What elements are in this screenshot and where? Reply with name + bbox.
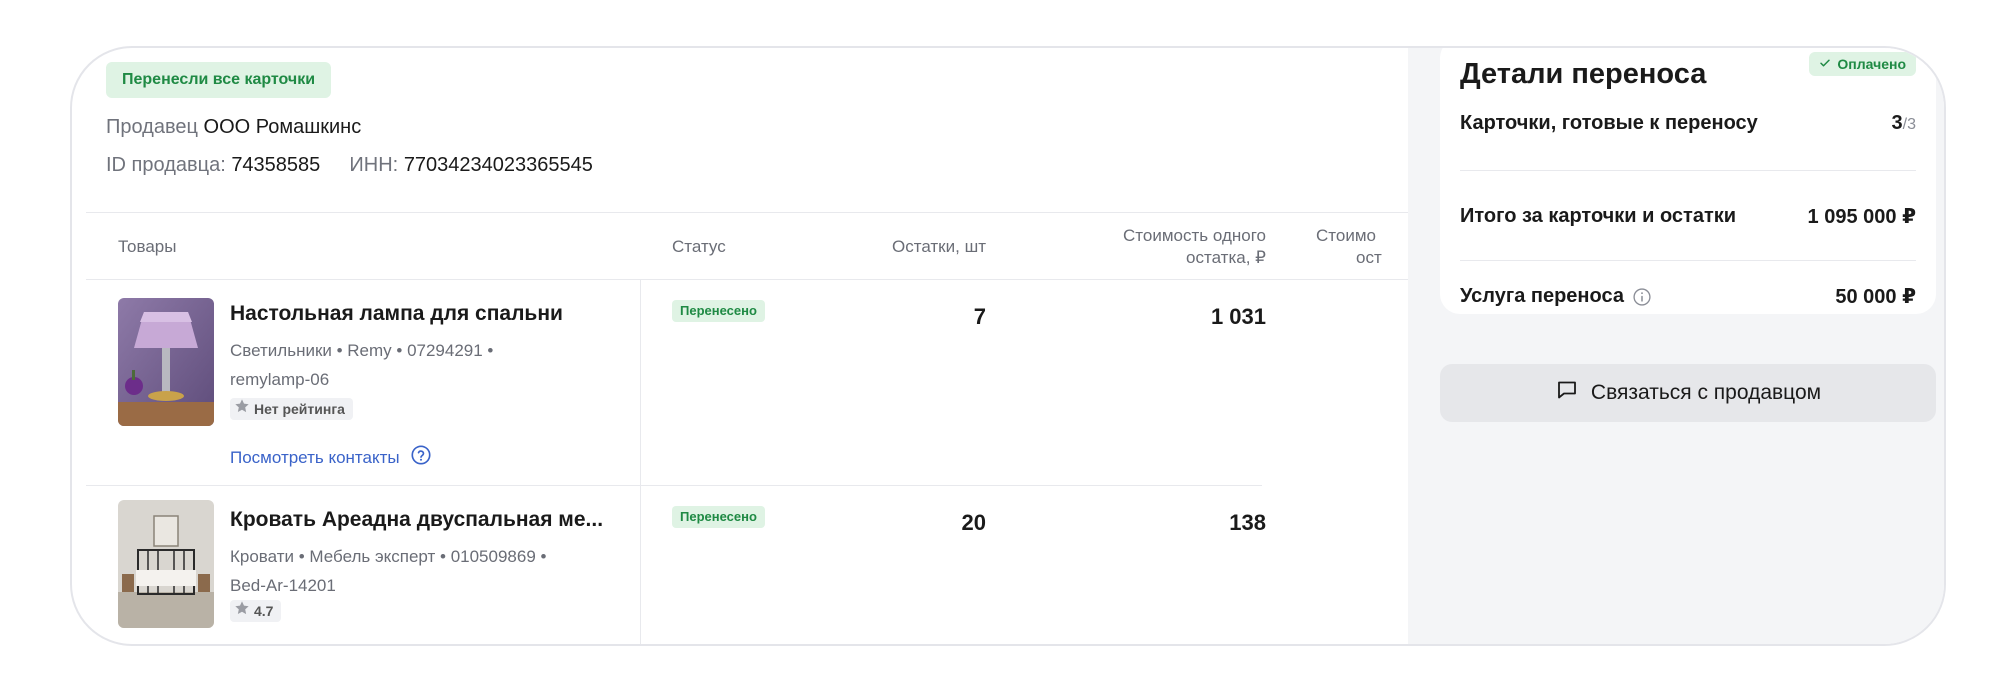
column-unit-price-line2: остатка, ₽ bbox=[1186, 248, 1266, 267]
ready-cards-line: Карточки, готовые к переносу 3/3 bbox=[1460, 112, 1916, 135]
question-circle-icon[interactable] bbox=[410, 444, 432, 471]
inn-value: 77034234023365545 bbox=[403, 154, 593, 176]
product-meta: Кровати • Мебель эксперт • 010509869 • B… bbox=[230, 542, 610, 600]
transfer-details-card: Детали переноса Оплачено Карточки, готов… bbox=[1440, 48, 1936, 314]
transfer-complete-badge: Перенесли все карточки bbox=[106, 62, 332, 98]
view-contacts-link[interactable]: Посмотреть контакты bbox=[230, 444, 432, 471]
rating-badge: Нет рейтинга bbox=[230, 398, 353, 420]
product-image-bed[interactable] bbox=[118, 500, 214, 628]
info-icon[interactable] bbox=[1632, 287, 1652, 307]
product-meta-line1: Кровати • Мебель эксперт • 010509869 • bbox=[230, 547, 547, 566]
products-table: Товары Статус Остатки, шт Стоимость одно… bbox=[86, 212, 1408, 644]
seller-name: ООО Ромашкинс bbox=[203, 116, 362, 138]
check-icon bbox=[1819, 52, 1831, 76]
inn-label: ИНН: bbox=[349, 154, 399, 176]
rating-badge: 4.7 bbox=[230, 600, 282, 622]
ready-cards-value: 3/3 bbox=[1892, 112, 1916, 135]
seller-label: Продавец bbox=[106, 116, 198, 138]
product-meta-line2: Bed-Ar-14201 bbox=[230, 576, 336, 595]
details-title: Детали переноса bbox=[1460, 58, 1707, 90]
column-goods: Товары bbox=[118, 237, 177, 256]
ready-cards-count: 3 bbox=[1891, 112, 1903, 134]
status-badge: Перенесено bbox=[672, 506, 765, 528]
product-name[interactable]: Кровать Ареадна двуспальная ме... bbox=[230, 508, 603, 532]
total-value: 1 095 000 ₽ bbox=[1807, 206, 1916, 228]
service-value: 50 000 ₽ bbox=[1835, 286, 1916, 308]
product-meta: Светильники • Remy • 07294291 • remylamp… bbox=[230, 336, 610, 394]
service-label-wrap: Услуга переноса bbox=[1460, 285, 1652, 308]
service-line: Услуга переноса 50 000 ₽ bbox=[1460, 284, 1916, 309]
seller-id-label: ID продавца: bbox=[106, 154, 226, 176]
column-status: Статус bbox=[672, 237, 726, 256]
column-unit-price: Стоимость одного остатка, ₽ bbox=[1016, 225, 1266, 269]
chat-icon bbox=[1555, 378, 1579, 408]
product-name[interactable]: Настольная лампа для спальни bbox=[230, 302, 563, 326]
table-row: Кровать Ареадна двуспальная ме... Кроват… bbox=[86, 486, 1266, 644]
service-label: Услуга переноса bbox=[1460, 285, 1624, 307]
details-sidebar: Детали переноса Оплачено Карточки, готов… bbox=[1408, 48, 1944, 644]
product-meta-line2: remylamp-06 bbox=[230, 370, 330, 389]
star-icon bbox=[234, 600, 250, 622]
column-unit-price-line1: Стоимость одного bbox=[1123, 226, 1266, 245]
view-contacts-label: Посмотреть контакты bbox=[230, 447, 400, 467]
paid-badge: Оплачено bbox=[1809, 52, 1916, 76]
stock-value: 20 bbox=[961, 510, 986, 535]
unit-price-value: 138 bbox=[1229, 510, 1266, 535]
main-panel: Перенесли все карточки Продавец ООО Рома… bbox=[72, 48, 1408, 644]
column-stock: Остатки, шт bbox=[892, 237, 986, 256]
status-badge: Перенесено bbox=[672, 300, 765, 322]
star-icon bbox=[234, 398, 250, 420]
paid-text: Оплачено bbox=[1837, 56, 1906, 72]
total-line: Итого за карточки и остатки 1 095 000 ₽ bbox=[1460, 204, 1916, 229]
seller-ids: ID продавца: 74358585 ИНН: 7703423402336… bbox=[106, 154, 593, 177]
ready-cards-label: Карточки, готовые к переносу bbox=[1460, 112, 1758, 134]
ready-cards-total: /3 bbox=[1902, 116, 1916, 133]
product-image-lamp[interactable] bbox=[118, 298, 214, 426]
seller-id-value: 74358585 bbox=[231, 154, 321, 176]
unit-price-value: 1 031 bbox=[1210, 304, 1266, 329]
table-header: Товары Статус Остатки, шт Стоимость одно… bbox=[86, 212, 1408, 280]
rating-text: Нет рейтинга bbox=[254, 401, 345, 417]
total-label: Итого за карточки и остатки bbox=[1460, 205, 1737, 227]
table-row: Настольная лампа для спальни Светильники… bbox=[86, 280, 1266, 486]
transfer-window: Перенесли все карточки Продавец ООО Рома… bbox=[70, 46, 1946, 646]
stock-value: 7 bbox=[973, 304, 986, 329]
contact-seller-button[interactable]: Связаться с продавцом bbox=[1440, 364, 1936, 422]
rating-text: 4.7 bbox=[254, 603, 274, 619]
contact-seller-label: Связаться с продавцом bbox=[1590, 381, 1822, 404]
product-meta-line1: Светильники • Remy • 07294291 • bbox=[230, 341, 494, 360]
seller-info: Продавец ООО Ромашкинс bbox=[106, 116, 361, 139]
